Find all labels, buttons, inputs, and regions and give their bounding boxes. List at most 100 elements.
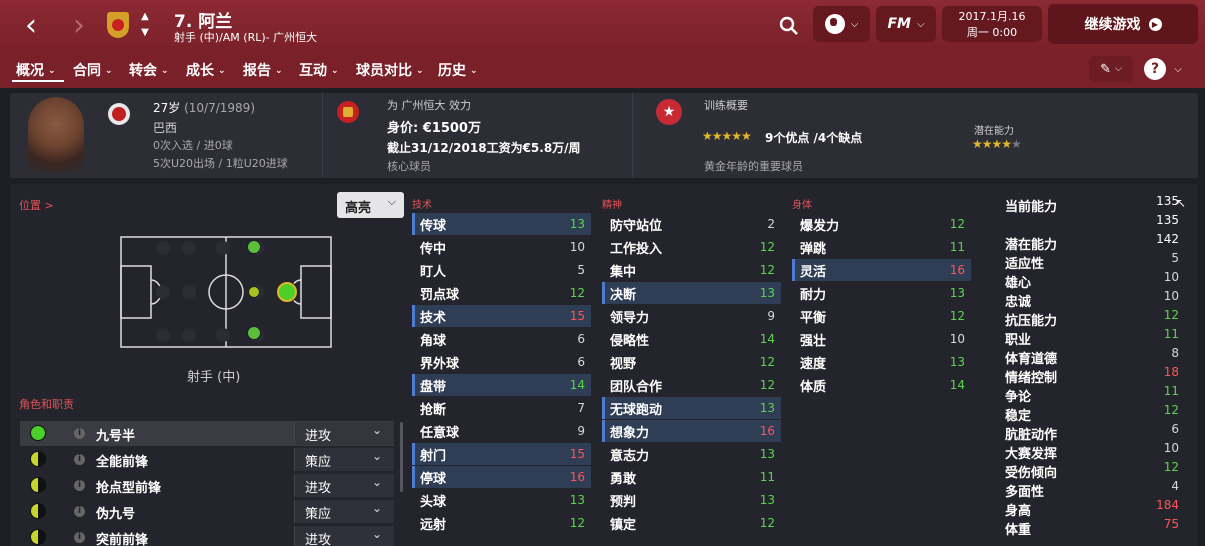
role-row[interactable]: i 抢点型前锋 进攻 ⌄ [20, 473, 394, 498]
attribute-row[interactable]: 防守站位 2 [602, 213, 781, 235]
tab-compare[interactable]: 球员对比 ⌄ [356, 60, 424, 80]
attribute-row[interactable]: 视野 12 [602, 351, 781, 373]
continue-button[interactable]: 继续游戏 ▶ [1048, 4, 1198, 44]
duty-select[interactable]: 策应 ⌄ [294, 500, 394, 523]
attribute-row[interactable]: 想象力 16 [602, 420, 781, 442]
attribute-row[interactable]: 灵活 16 [792, 259, 971, 281]
attribute-row[interactable]: 勇敢 11 [602, 466, 781, 488]
attribute-row[interactable]: 盘带 14 [412, 374, 591, 396]
tab-development[interactable]: 成长 ⌄ [186, 60, 226, 80]
attribute-value: 11 [759, 470, 775, 484]
attribute-value: 13 [759, 447, 775, 461]
info-icon[interactable]: i [74, 454, 85, 465]
attribute-value: 12 [569, 286, 585, 300]
tab-history[interactable]: 历史 ⌄ [438, 60, 478, 80]
international-caps: 0次入选 / 进0球 [153, 139, 233, 152]
attribute-row[interactable]: 罚点球 12 [412, 282, 591, 304]
role-row[interactable]: i 九号半 进攻 ⌄ [20, 421, 394, 446]
info-icon[interactable]: i [74, 428, 85, 439]
position-dot-st-selected[interactable] [277, 282, 297, 302]
forward-arrow-icon[interactable]: › [62, 8, 96, 43]
date-display[interactable]: 2017.1月.16 周一 0:00 [942, 6, 1042, 42]
attribute-name: 界外球 [420, 356, 460, 372]
contract-info[interactable]: 截止31/12/2018工资为€5.8万/周 [387, 139, 581, 156]
hidden-attribute-name: 忠诚 [1005, 295, 1032, 310]
attribute-row[interactable]: 团队合作 12 [602, 374, 781, 396]
tab-reports[interactable]: 报告 ⌄ [243, 60, 283, 80]
fm-menu-button[interactable]: FM ⌵ [876, 6, 936, 42]
tab-interaction[interactable]: 互动 ⌄ [299, 60, 339, 80]
attribute-row[interactable]: 平衡 12 [792, 305, 971, 327]
attribute-row[interactable]: 耐力 13 [792, 282, 971, 304]
chevron-down-icon: ⌄ [218, 66, 226, 76]
duty-select[interactable]: 进攻 ⌄ [294, 474, 394, 497]
position-title[interactable]: 位置 > [19, 197, 54, 213]
highlight-select[interactable]: 高亮 ⌵ [337, 192, 404, 218]
world-menu-button[interactable]: ⌵ [813, 6, 870, 42]
attribute-row[interactable]: 决断 13 [602, 282, 781, 304]
traits-summary: 9个优点 /4个缺点 [765, 131, 863, 145]
attribute-row[interactable]: 远射 12 [412, 512, 591, 534]
attribute-row[interactable]: 射门 15 [412, 443, 591, 465]
attribute-row[interactable]: 头球 13 [412, 489, 591, 511]
tab-overview[interactable]: 概况 ⌄ [16, 60, 56, 80]
attribute-row[interactable]: 技术 15 [412, 305, 591, 327]
attribute-name: 盯人 [420, 264, 447, 280]
player-info-panel: 27岁 (10/7/1989) 巴西 0次入选 / 进0球 5次U20出场 / … [10, 93, 1198, 178]
attribute-row[interactable]: 任意球 9 [412, 420, 591, 442]
chevron-down-icon[interactable]: ▼ [138, 25, 152, 39]
attribute-name: 传中 [420, 241, 447, 257]
attribute-value: 16 [759, 424, 775, 438]
duty-value: 进攻 [305, 429, 332, 444]
training-title[interactable]: 训练概要 [704, 97, 748, 113]
duty-select[interactable]: 进攻 ⌄ [294, 422, 394, 445]
nationality[interactable]: 巴西 [153, 119, 177, 136]
attribute-row[interactable]: 传中 10 [412, 236, 591, 258]
back-arrow-icon[interactable]: ‹ [14, 8, 48, 43]
attribute-row[interactable]: 强壮 10 [792, 328, 971, 350]
player-position-club[interactable]: 射手 (中)/AM (RL)- 广州恒大 [174, 29, 317, 45]
tab-transfer[interactable]: 转会 ⌄ [129, 60, 169, 80]
attribute-row[interactable]: 界外球 6 [412, 351, 591, 373]
chevron-down-icon[interactable]: ⌵ [1170, 60, 1186, 78]
attribute-row[interactable]: 停球 16 [412, 466, 591, 488]
info-icon[interactable]: i [74, 532, 85, 543]
chevron-down-icon: ⌵ [850, 18, 859, 30]
attribute-row[interactable]: 预判 13 [602, 489, 781, 511]
role-row[interactable]: i 伪九号 策应 ⌄ [20, 499, 394, 524]
attribute-row[interactable]: 集中 12 [602, 259, 781, 281]
attribute-row[interactable]: 抢断 7 [412, 397, 591, 419]
club-crest-icon[interactable] [107, 12, 129, 38]
duty-select[interactable]: 进攻 ⌄ [294, 526, 394, 546]
duty-select[interactable]: 策应 ⌄ [294, 448, 394, 471]
attribute-row[interactable]: 爆发力 12 [792, 213, 971, 235]
chevron-up-icon[interactable]: ▲ [138, 9, 152, 23]
info-icon[interactable]: i [74, 480, 85, 491]
duty-value: 进攻 [305, 533, 332, 546]
attribute-value: 6 [577, 332, 585, 346]
attribute-row[interactable]: 速度 13 [792, 351, 971, 373]
attribute-row[interactable]: 工作投入 12 [602, 236, 781, 258]
attribute-row[interactable]: 意志力 13 [602, 443, 781, 465]
role-row[interactable]: i 突前前锋 进攻 ⌄ [20, 525, 394, 546]
help-icon[interactable]: ? [1144, 58, 1166, 80]
attribute-row[interactable]: 领导力 9 [602, 305, 781, 327]
attribute-row[interactable]: 侵略性 14 [602, 328, 781, 350]
role-row[interactable]: i 全能前锋 策应 ⌄ [20, 447, 394, 472]
info-icon[interactable]: i [74, 506, 85, 517]
search-icon[interactable] [775, 12, 803, 40]
attribute-value: 12 [759, 263, 775, 277]
edit-menu-button[interactable]: ✎ ⌵ [1089, 56, 1133, 82]
attribute-row[interactable]: 盯人 5 [412, 259, 591, 281]
attribute-row[interactable]: 镇定 12 [602, 512, 781, 534]
attribute-row[interactable]: 弹跳 11 [792, 236, 971, 258]
attribute-row[interactable]: 角球 6 [412, 328, 591, 350]
attribute-row[interactable]: 体质 14 [792, 374, 971, 396]
attribute-row[interactable]: 无球跑动 13 [602, 397, 781, 419]
highlight-select-value: 高亮 [345, 201, 372, 216]
plays-for[interactable]: 为 广州恒大 效力 [387, 97, 471, 113]
roles-scrollbar[interactable] [400, 422, 403, 492]
tab-contract[interactable]: 合同 ⌄ [73, 60, 113, 80]
attribute-row[interactable]: 传球 13 [412, 213, 591, 235]
squad-status: 核心球员 [387, 160, 431, 173]
